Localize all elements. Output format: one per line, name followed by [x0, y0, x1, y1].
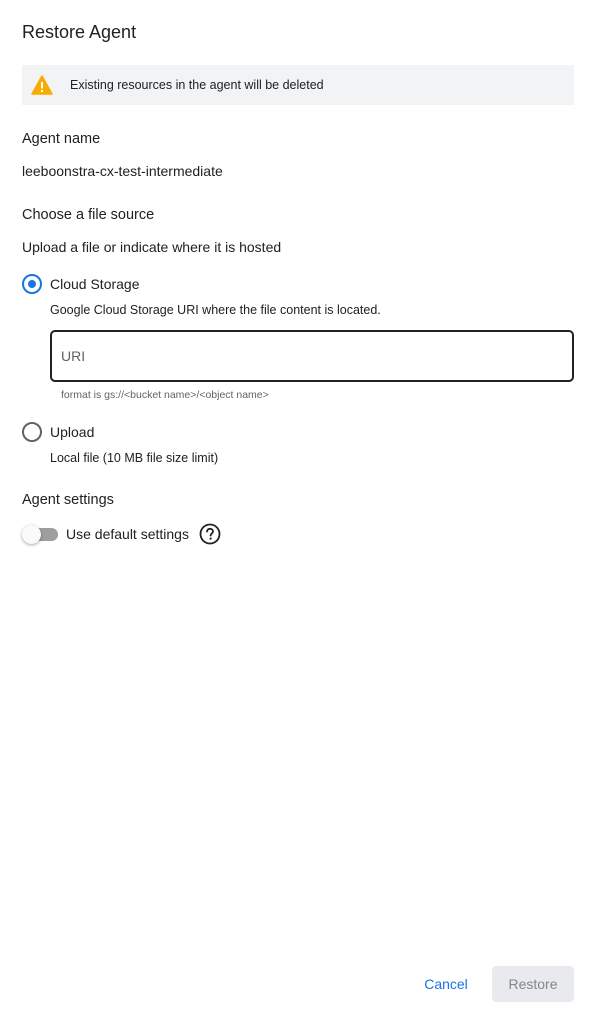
radio-cloud-storage-label: Cloud Storage — [50, 276, 140, 292]
uri-input[interactable] — [61, 332, 561, 380]
radio-cloud-storage[interactable]: Cloud Storage — [21, 272, 140, 296]
uri-field[interactable] — [50, 330, 574, 382]
dialog-title: Restore Agent — [22, 22, 137, 42]
agent-name-value: leeboonstra-cx-test-intermediate — [22, 163, 223, 179]
file-source-description: Upload a file or indicate where it is ho… — [22, 239, 282, 255]
cancel-button[interactable]: Cancel — [412, 966, 480, 1002]
default-settings-toggle[interactable] — [22, 524, 58, 544]
help-circle-icon[interactable] — [199, 523, 221, 545]
warning-text: Existing resources in the agent will be … — [70, 78, 324, 92]
default-settings-row: Use default settings — [22, 522, 221, 546]
warning-icon — [31, 75, 53, 95]
upload-description: Local file (10 MB file size limit) — [50, 451, 219, 465]
uri-format-hint: format is gs://<bucket name>/<object nam… — [61, 389, 269, 401]
restore-button[interactable]: Restore — [492, 966, 574, 1002]
radio-button-unchecked[interactable] — [21, 422, 42, 443]
warning-banner: Existing resources in the agent will be … — [22, 65, 574, 105]
cloud-storage-description: Google Cloud Storage URI where the file … — [50, 303, 381, 317]
default-settings-label: Use default settings — [66, 526, 189, 542]
file-source-label: Choose a file source — [22, 207, 155, 223]
radio-upload-label: Upload — [50, 424, 95, 440]
radio-button-checked[interactable] — [21, 274, 42, 295]
radio-upload[interactable]: Upload — [21, 420, 94, 444]
agent-settings-label: Agent settings — [22, 492, 114, 508]
agent-name-label: Agent name — [22, 131, 101, 147]
